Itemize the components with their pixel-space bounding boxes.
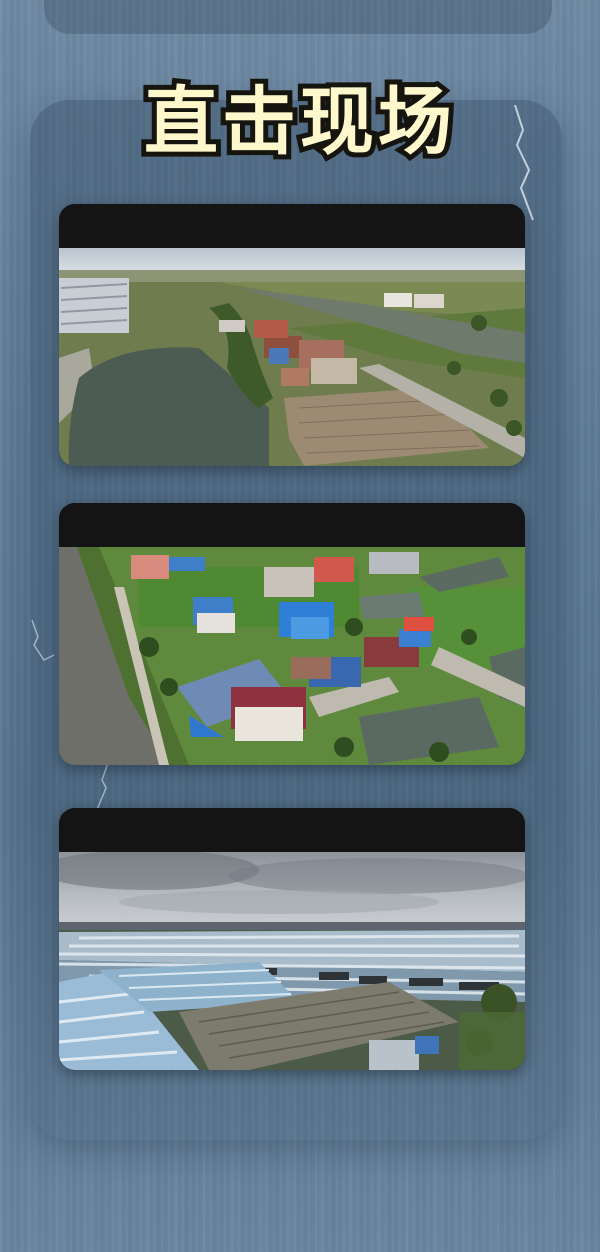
aerial-greenhouses-image [59,852,525,1070]
photo-card-3 [59,808,525,1070]
card-header-bar [59,204,525,248]
page-title: 直击现场 [139,74,457,170]
aerial-village-pond-image [59,248,525,466]
card-header-bar [59,808,525,852]
photo-card-1 [59,204,525,466]
top-panel-edge [44,0,552,34]
card-header-bar [59,503,525,547]
aerial-damaged-houses-image [59,547,525,765]
photo-card-2 [59,503,525,765]
